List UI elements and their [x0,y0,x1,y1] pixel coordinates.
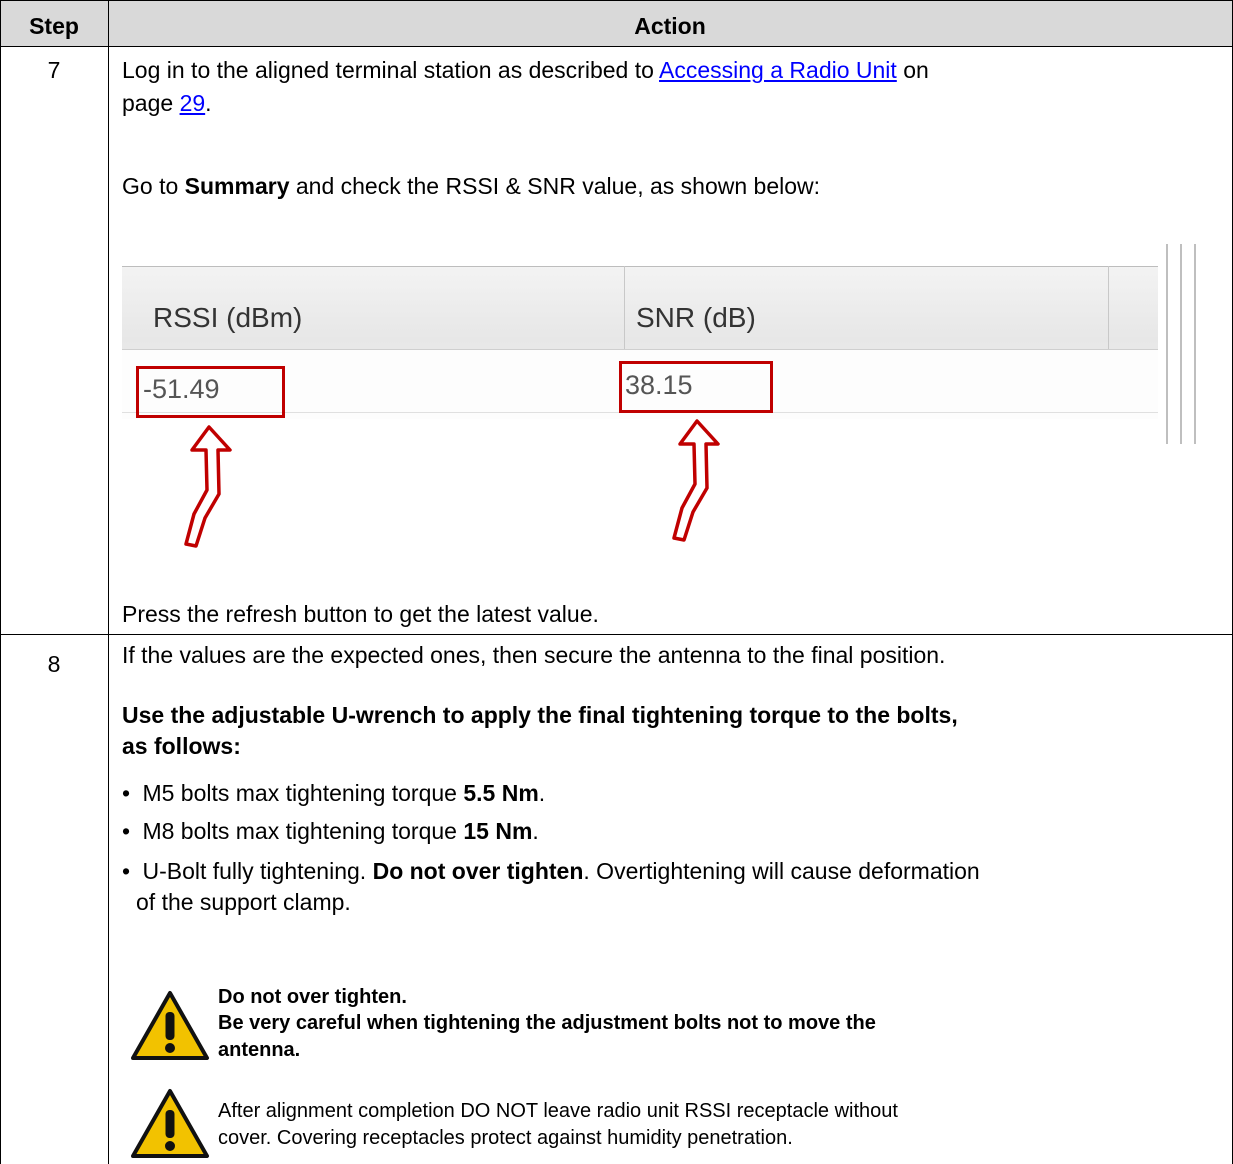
receptacle-warning-line1: After alignment completion DO NOT leave … [218,1100,898,1122]
ubolt-end: . Overtightening will cause deformation [583,858,980,884]
scroll-line-3 [1194,244,1196,444]
period-text: . [205,90,212,116]
m5-torque: 5.5 Nm [463,780,539,806]
login-text: Log in to the aligned terminal station a… [122,57,660,83]
warning-title: Do not over tighten. [218,986,407,1008]
ubolt-warning: Do not over tighten [372,858,584,884]
page-number-link[interactable]: 29 [180,90,206,116]
grid-column-separator [624,266,625,349]
secure-antenna-text: If the values are the expected ones, the… [122,642,946,668]
table-row-divider [0,634,1233,635]
rssi-column-label: RSSI (dBm) [153,302,303,333]
list-item-ubolt: U-Bolt fully tightening. Do not over tig… [122,858,980,885]
rssi-arrow-icon [184,425,232,548]
m8-end: . [532,818,539,844]
page-text: page [122,90,180,116]
m8-torque: 15 Nm [463,818,533,844]
m5-text: M5 bolts max tightening torque [142,780,464,806]
snr-arrow-icon [672,419,720,542]
table-column-divider [108,0,109,1164]
torque-heading-line1: Use the adjustable U-wrench to apply the… [122,702,958,728]
warning-text-line2: Be very careful when tightening the adju… [218,1012,876,1034]
summary-keyword: Summary [184,173,290,199]
login-text-end: on [896,57,929,83]
m8-text: M8 bolts max tightening torque [142,818,464,844]
warning-triangle-icon [131,991,209,1060]
step-number: 7 [47,57,61,83]
rssi-value: -51.49 [143,374,220,404]
summary-text-a: Go to [122,173,185,199]
table-border-left [0,0,1,1164]
login-instruction-line1: Log in to the aligned terminal station a… [122,57,929,84]
m5-end: . [538,780,546,806]
torque-heading-line2: as follows: [122,733,241,759]
scroll-line-2 [1180,244,1182,444]
step-number: 8 [47,651,61,677]
snr-value: 38.15 [625,370,693,400]
table-header-divider [0,46,1233,47]
login-instruction-line2: page 29. [122,90,212,117]
ubolt-text: U-Bolt fully tightening. [142,858,373,884]
grid-mid-line [122,349,1158,350]
summary-text-c: and check the RSSI & SNR value, as shown… [289,173,821,199]
grid-top-line [122,266,1158,267]
scroll-line [1166,244,1168,444]
warning-triangle-icon [131,1089,209,1158]
accessing-radio-unit-link[interactable]: Accessing a Radio Unit [659,57,897,83]
warning-text-line3: antenna. [218,1039,301,1061]
list-item-m5: M5 bolts max tightening torque 5.5 Nm. [122,780,545,807]
receptacle-warning-line2: cover. Covering receptacles protect agai… [218,1127,793,1149]
snr-column-label: SNR (dB) [636,302,756,333]
summary-instruction: Go to Summary and check the RSSI & SNR v… [122,173,820,200]
grid-column-separator-2 [1108,266,1109,349]
header-step: Step [29,13,79,39]
header-action: Action [634,13,706,39]
table-border-top [0,0,1233,1]
list-item-ubolt-continued: of the support clamp. [136,889,351,915]
list-item-m8: M8 bolts max tightening torque 15 Nm. [122,818,539,845]
procedure-table: Step Action 7 Log in to the aligned term… [0,0,1233,1164]
refresh-instruction: Press the refresh button to get the late… [122,601,599,627]
rssi-snr-screenshot: RSSI (dBm) SNR (dB) -51.49 38.15 [122,244,1230,548]
